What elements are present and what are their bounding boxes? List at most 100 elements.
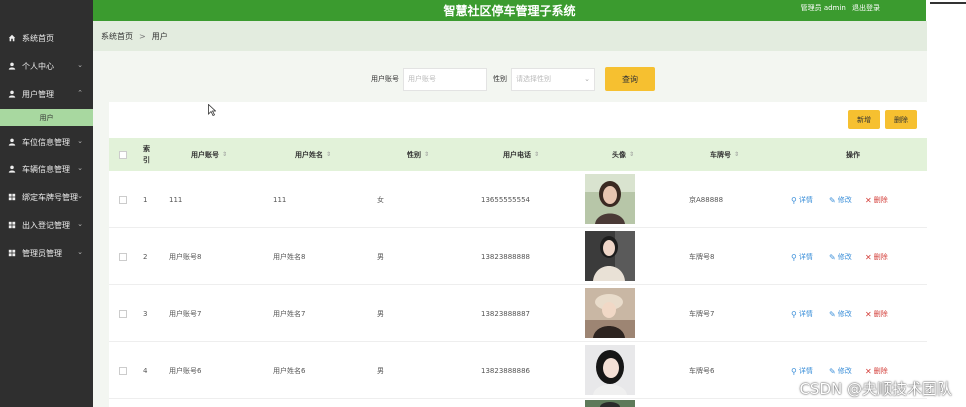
row-checkbox[interactable] xyxy=(119,196,127,204)
avatar-photo-partial xyxy=(585,400,635,407)
search-icon: ⚲ xyxy=(791,252,797,262)
header-phone[interactable]: 用户电话 ⇕ xyxy=(503,138,539,171)
main-content: 系统首页 > 用户 用户账号 用户账号 性别 请选择性别 ⌄ 查询 新增 删除 … xyxy=(93,21,927,407)
header-gender[interactable]: 性别 ⇕ xyxy=(407,138,429,171)
row-checkbox[interactable] xyxy=(119,253,127,261)
sidebar-item-vehicle-management[interactable]: 车辆信息管理 ⌄ xyxy=(0,158,93,180)
search-bar: 用户账号 用户账号 性别 请选择性别 ⌄ 查询 xyxy=(371,67,655,91)
sort-icon[interactable]: ⇕ xyxy=(734,151,739,158)
cell-account: 用户账号6 xyxy=(169,367,202,375)
sort-icon[interactable]: ⇕ xyxy=(424,151,429,158)
sidebar-item-user-management[interactable]: 用户管理 ⌃ xyxy=(0,83,93,105)
cell-gender: 男 xyxy=(377,367,384,375)
cell-gender: 男 xyxy=(377,310,384,318)
header-gender-label: 性别 xyxy=(407,150,421,159)
sort-icon[interactable]: ⇕ xyxy=(222,151,227,158)
sidebar-item-label: 系统首页 xyxy=(22,33,54,43)
row-checkbox-cell[interactable] xyxy=(119,172,127,228)
cell-plate: 车牌号7 xyxy=(689,310,715,318)
mouse-cursor-icon xyxy=(208,104,216,116)
breadcrumb-separator: > xyxy=(139,31,146,41)
delete-label: 删除 xyxy=(873,367,888,375)
table-row: 2 用户账号8 用户姓名8 男 13823888888 车牌号8 ⚲ 详情 ✎ 修改… xyxy=(109,229,927,285)
header-account-label: 用户账号 xyxy=(191,150,219,159)
header-avatar[interactable]: 头像 ⇕ xyxy=(612,138,634,171)
pencil-icon: ✎ xyxy=(829,309,836,319)
header-plate[interactable]: 车牌号 ⇕ xyxy=(710,138,739,171)
breadcrumb-home[interactable]: 系统首页 xyxy=(101,31,133,42)
search-icon: ⚲ xyxy=(791,309,797,319)
detail-label: 详情 xyxy=(798,367,813,375)
account-label: 用户账号 xyxy=(371,75,399,83)
header-name[interactable]: 用户姓名 ⇕ xyxy=(295,138,331,171)
edit-link[interactable]: ✎ 修改 xyxy=(829,172,852,228)
row-checkbox-cell[interactable] xyxy=(119,286,127,342)
cell-name: 用户姓名7 xyxy=(273,310,306,318)
edit-link[interactable]: ✎ 修改 xyxy=(829,229,852,285)
sidebar-item-personal-center[interactable]: 个人中心 ⌄ xyxy=(0,55,93,77)
row-checkbox[interactable] xyxy=(119,367,127,375)
detail-link[interactable]: ⚲ 详情 xyxy=(791,286,813,342)
delete-label: 删除 xyxy=(873,196,888,204)
add-button[interactable]: 新增 xyxy=(848,110,880,129)
sidebar: 系统首页 个人中心 ⌄ 用户管理 ⌃ 用户 车位信息管理 ⌄ 车辆信息管理 ⌄ … xyxy=(0,0,93,407)
sidebar-item-label: 车辆信息管理 xyxy=(22,164,70,174)
row-checkbox-cell[interactable] xyxy=(119,229,127,285)
edit-label: 修改 xyxy=(837,310,852,318)
grid-icon xyxy=(8,221,16,229)
select-all-checkbox[interactable] xyxy=(119,150,127,159)
sidebar-item-entry-exit-management[interactable]: 出入登记管理 ⌄ xyxy=(0,214,93,236)
delete-link[interactable]: ✕ 删除 xyxy=(865,286,888,342)
detail-link[interactable]: ⚲ 详情 xyxy=(791,172,813,228)
account-search-input[interactable]: 用户账号 xyxy=(403,67,487,91)
select-all-checkbox-cell[interactable] xyxy=(119,138,127,171)
user-icon xyxy=(8,138,16,146)
header-index: 索引 xyxy=(143,144,150,164)
search-icon: ⚲ xyxy=(791,195,797,205)
chevron-down-icon: ⌄ xyxy=(77,61,83,69)
cell-phone: 13823888886 xyxy=(481,367,530,375)
detail-link[interactable]: ⚲ 详情 xyxy=(791,229,813,285)
grid-icon xyxy=(8,193,16,201)
chevron-down-icon: ⌄ xyxy=(77,220,83,228)
header-phone-label: 用户电话 xyxy=(503,150,531,159)
search-icon: ⚲ xyxy=(791,366,797,376)
sidebar-item-label: 车位信息管理 xyxy=(22,137,70,147)
table-row: 3 用户账号7 用户姓名7 男 13823888887 车牌号7 ⚲ 详情 ✎ 修改… xyxy=(109,286,927,342)
avatar-photo xyxy=(585,231,635,281)
sidebar-item-plate-binding-management[interactable]: 绑定车牌号管理 ⌄ xyxy=(0,186,93,208)
sort-icon[interactable]: ⇕ xyxy=(629,151,634,158)
header-name-label: 用户姓名 xyxy=(295,150,323,159)
edit-link[interactable]: ✎ 修改 xyxy=(829,286,852,342)
gender-select[interactable]: 请选择性别 ⌄ xyxy=(511,67,595,91)
chevron-up-icon: ⌃ xyxy=(77,89,83,97)
chevron-down-icon: ⌄ xyxy=(77,164,83,172)
cell-plate: 车牌号8 xyxy=(689,253,715,261)
sort-icon[interactable]: ⇕ xyxy=(534,151,539,158)
cell-phone: 13823888888 xyxy=(481,253,530,261)
batch-delete-button[interactable]: 删除 xyxy=(885,110,917,129)
sidebar-item-admin-management[interactable]: 管理员管理 ⌄ xyxy=(0,242,93,264)
cell-name: 用户姓名8 xyxy=(273,253,306,261)
delete-link[interactable]: ✕ 删除 xyxy=(865,229,888,285)
delete-link[interactable]: ✕ 删除 xyxy=(865,172,888,228)
header-account[interactable]: 用户账号 ⇕ xyxy=(191,138,227,171)
close-icon: ✕ xyxy=(865,309,872,319)
query-button[interactable]: 查询 xyxy=(605,67,655,91)
gender-label: 性别 xyxy=(493,75,507,83)
sidebar-item-home[interactable]: 系统首页 xyxy=(0,27,93,49)
sidebar-item-parking-space-management[interactable]: 车位信息管理 ⌄ xyxy=(0,131,93,153)
detail-label: 详情 xyxy=(798,310,813,318)
row-checkbox[interactable] xyxy=(119,310,127,318)
sidebar-subitem-user[interactable]: 用户 xyxy=(0,109,93,126)
user-icon xyxy=(8,90,16,98)
user-icon xyxy=(8,62,16,70)
row-checkbox-cell[interactable] xyxy=(119,343,127,399)
detail-label: 详情 xyxy=(798,196,813,204)
delete-label: 删除 xyxy=(873,310,888,318)
edit-label: 修改 xyxy=(837,196,852,204)
edit-label: 修改 xyxy=(837,253,852,261)
divider xyxy=(930,2,966,4)
sort-icon[interactable]: ⇕ xyxy=(326,151,331,158)
logout-link[interactable]: 退出登录 xyxy=(852,4,880,12)
